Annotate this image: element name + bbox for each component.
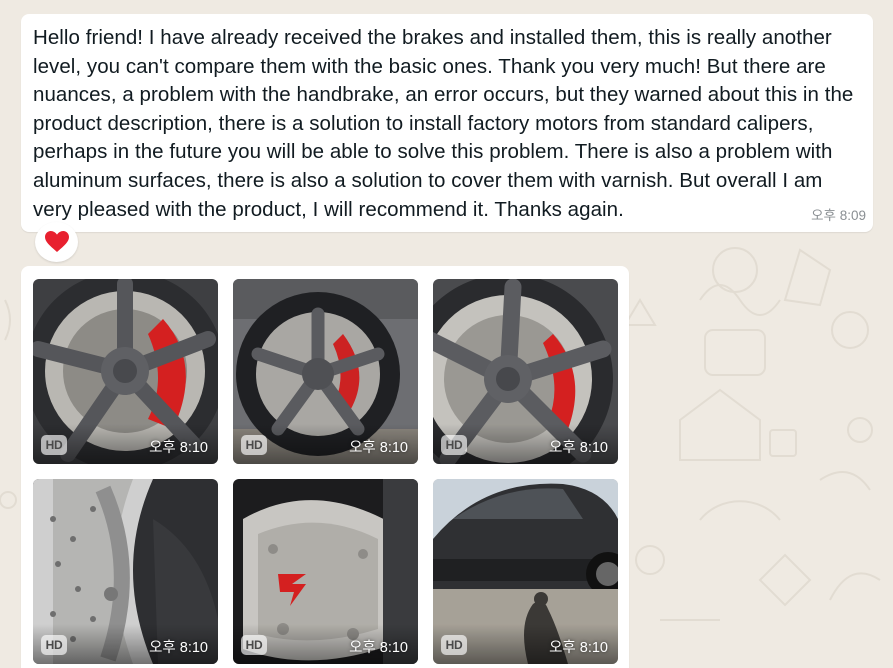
message-bubble[interactable]: Hello friend! I have already received th… [21, 14, 873, 232]
photo-timestamp: 오후 8:10 [349, 440, 408, 456]
photo-thumbnail[interactable]: HD 오후 8:10 [33, 479, 218, 664]
photo-thumbnail[interactable]: HD 오후 8:10 [33, 279, 218, 464]
photo-album-bubble: HD 오후 8:10 HD 오후 8:10 HD 오후 8:10 HD 오후 8… [21, 266, 629, 668]
hd-badge: HD [441, 435, 467, 455]
photo-thumbnail[interactable]: HD 오후 8:10 [233, 479, 418, 664]
hd-badge: HD [41, 435, 67, 455]
photo-thumbnail[interactable]: HD 오후 8:10 [433, 279, 618, 464]
hd-badge: HD [41, 635, 67, 655]
hd-badge: HD [441, 635, 467, 655]
photo-timestamp: 오후 8:10 [349, 640, 408, 656]
photo-timestamp: 오후 8:10 [149, 640, 208, 656]
photo-timestamp: 오후 8:10 [549, 640, 608, 656]
photo-thumbnail[interactable]: HD 오후 8:10 [433, 479, 618, 664]
message-text: Hello friend! I have already received th… [33, 26, 854, 221]
heart-icon [44, 231, 69, 252]
hd-badge: HD [241, 435, 267, 455]
hd-badge: HD [241, 635, 267, 655]
message-timestamp: 오후 8:09 [811, 208, 866, 223]
reaction-badge[interactable] [35, 222, 78, 262]
photo-timestamp: 오후 8:10 [149, 440, 208, 456]
photo-timestamp: 오후 8:10 [549, 440, 608, 456]
photo-thumbnail[interactable]: HD 오후 8:10 [233, 279, 418, 464]
